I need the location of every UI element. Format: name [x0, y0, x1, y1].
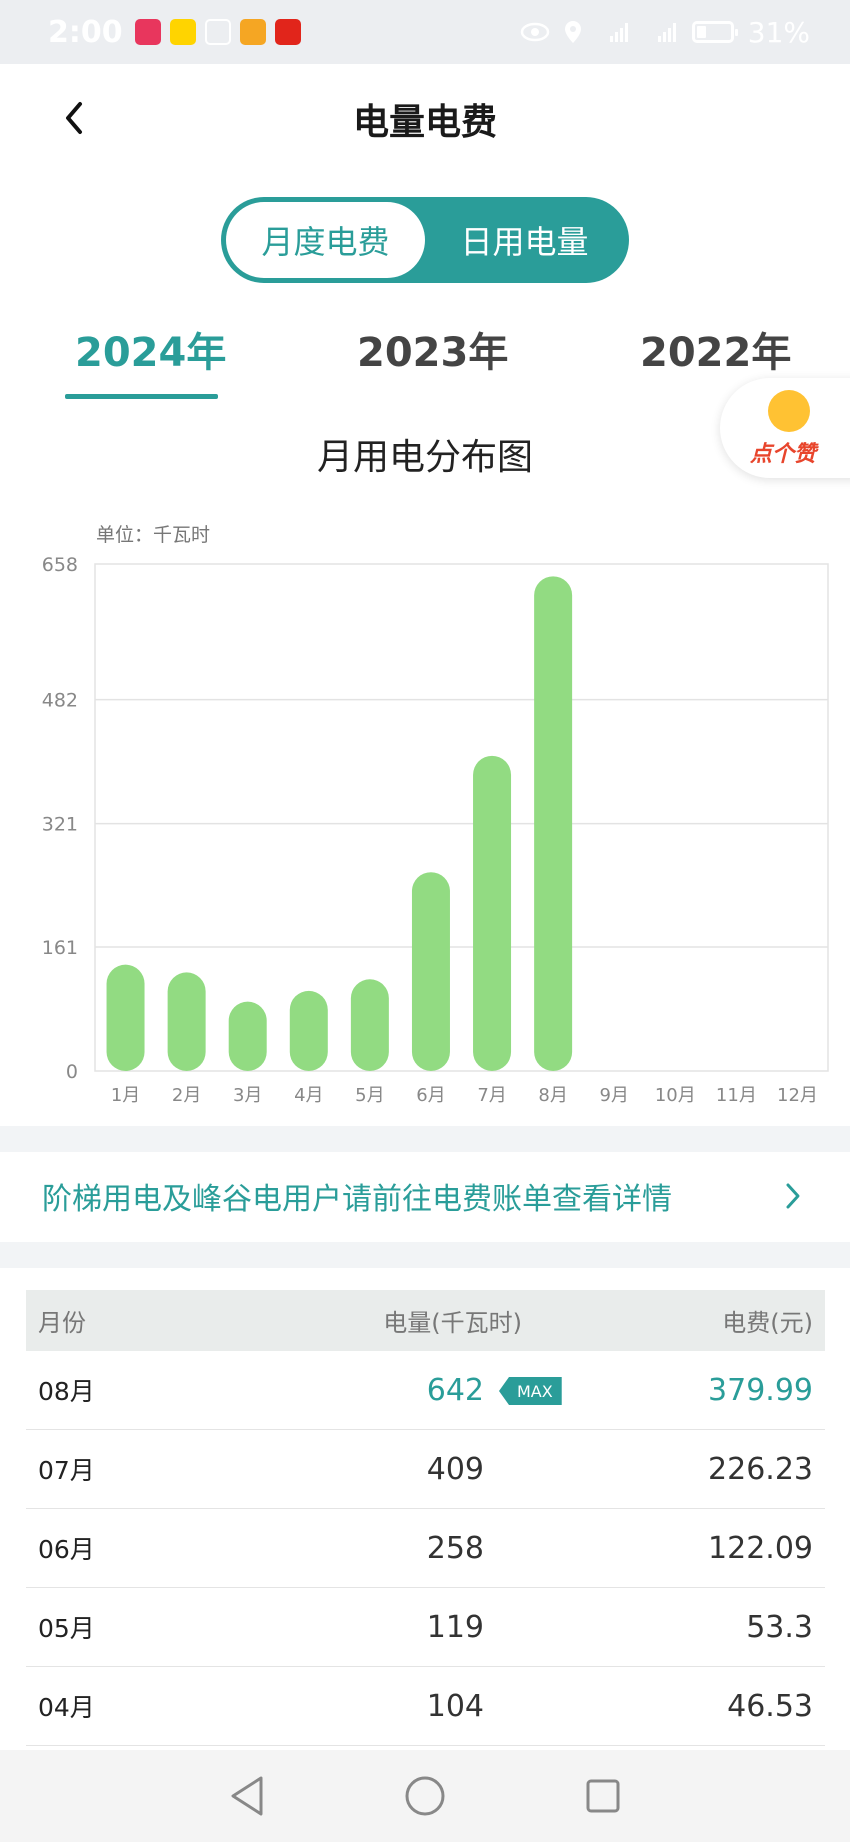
table-row: 04月 104 46.53 — [26, 1667, 825, 1746]
y-tick-label: 482 — [42, 690, 78, 712]
x-tick-label: 8月 — [538, 1085, 567, 1106]
back-button[interactable] — [52, 96, 96, 140]
signal-icon — [657, 23, 676, 42]
y-tick-label: 161 — [42, 937, 78, 959]
section-divider — [0, 1242, 850, 1268]
year-tabs: 2024年 2023年 2022年 — [0, 320, 850, 400]
segment-monthly-fee[interactable]: 月度电费 — [226, 202, 425, 278]
table-row: 07月 409 226.23 — [26, 1430, 825, 1509]
x-tick-label: 9月 — [599, 1085, 628, 1106]
view-segment-control: 月度电费 日用电量 — [221, 197, 629, 283]
battery-percent: 31% — [747, 15, 810, 49]
nav-home-button[interactable] — [401, 1772, 449, 1820]
x-tick-label: 11月 — [716, 1085, 757, 1106]
monthly-usage-chart: 0 161 321 482 658 1月 2月 3月 4月 5月 6月 7月 8月 9月 10月 11月 12月 — [42, 554, 829, 1106]
bar — [106, 964, 145, 1071]
status-bar: 2:00 31% — [0, 0, 850, 64]
x-tick-label: 6月 — [416, 1085, 445, 1106]
chart-title: 月用电分布图 — [316, 437, 533, 478]
cell-kwh: 104 — [426, 1688, 484, 1724]
cell-month: 05月 — [38, 1614, 95, 1643]
section-divider — [0, 1126, 850, 1152]
signal-icon — [609, 23, 628, 42]
smile-emoji-icon — [768, 390, 810, 432]
app-notification-icon — [204, 19, 231, 45]
column-header-kwh: 电量(千瓦时) — [383, 1309, 522, 1337]
active-tab-indicator — [65, 394, 218, 399]
segment-daily-usage[interactable]: 日用电量 — [425, 202, 624, 278]
cell-fee: 226.23 — [708, 1451, 813, 1487]
cell-kwh: 642 — [426, 1372, 484, 1408]
x-tick-label: 1月 — [111, 1085, 140, 1106]
nav-back-button[interactable] — [223, 1772, 271, 1820]
cell-month: 06月 — [38, 1535, 95, 1564]
chevron-right-icon — [778, 1181, 808, 1211]
cell-kwh: 258 — [426, 1530, 484, 1566]
table-row: 05月 119 53.3 — [26, 1588, 825, 1667]
bar — [350, 979, 389, 1071]
x-tick-label: 5月 — [355, 1085, 384, 1106]
tab-year-2023[interactable]: 2023年 — [357, 320, 508, 378]
bar — [534, 576, 573, 1071]
x-tick-label: 10月 — [655, 1085, 696, 1106]
app-notification-icon — [239, 19, 266, 45]
notice-text: 阶梯用电及峰谷电用户请前往电费账单查看详情 — [42, 1182, 672, 1217]
triangle-back-icon — [231, 1776, 263, 1816]
cell-fee: 46.53 — [727, 1688, 813, 1724]
circle-home-icon — [405, 1776, 445, 1816]
table-row: 06月 258 122.09 — [26, 1509, 825, 1588]
x-tick-label: 4月 — [294, 1085, 323, 1106]
tiered-billing-notice[interactable]: 阶梯用电及峰谷电用户请前往电费账单查看详情 — [0, 1152, 850, 1240]
y-tick-label: 0 — [66, 1061, 78, 1083]
bar — [411, 872, 450, 1071]
x-tick-label: 7月 — [477, 1085, 506, 1106]
page-title: 电量电费 — [352, 102, 497, 143]
monthly-fee-table: 月份 电量(千瓦时) 电费(元) 08月 642 379.99 MAX 07月 … — [26, 1290, 825, 1746]
bar — [228, 1001, 267, 1071]
app-notification-icon — [169, 19, 196, 45]
eye-icon — [520, 22, 550, 42]
x-tick-label: 2月 — [172, 1085, 201, 1106]
max-badge: MAX — [499, 1377, 562, 1405]
cell-kwh: 409 — [426, 1451, 484, 1487]
app-header: 电量电费 — [0, 64, 850, 174]
y-tick-label: 321 — [42, 814, 78, 836]
x-tick-label: 3月 — [233, 1085, 262, 1106]
table-row: 08月 642 379.99 MAX — [26, 1351, 825, 1430]
column-header-fee: 电费(元) — [722, 1309, 813, 1337]
system-nav-bar — [0, 1750, 850, 1842]
cell-kwh: 119 — [426, 1609, 484, 1645]
table-header: 月份 电量(千瓦时) 电费(元) — [26, 1290, 825, 1351]
bar — [473, 755, 512, 1071]
column-header-month: 月份 — [38, 1309, 86, 1337]
cell-month: 08月 — [38, 1377, 95, 1406]
app-notification-icon — [134, 19, 161, 45]
x-tick-label: 12月 — [777, 1085, 818, 1106]
bar — [289, 990, 328, 1071]
nav-recents-button[interactable] — [579, 1772, 627, 1820]
bar — [167, 972, 206, 1071]
battery-icon — [691, 21, 738, 43]
tab-year-2022[interactable]: 2022年 — [640, 320, 791, 378]
square-recents-icon — [586, 1779, 620, 1813]
chevron-left-icon — [66, 102, 82, 134]
cell-month: 04月 — [38, 1693, 95, 1722]
status-time: 2:00 — [48, 14, 123, 50]
cell-month: 07月 — [38, 1456, 95, 1485]
tab-year-2024[interactable]: 2024年 — [75, 320, 226, 378]
cell-fee: 122.09 — [708, 1530, 813, 1566]
y-tick-label: 658 — [42, 554, 78, 576]
cell-fee: 53.3 — [746, 1609, 813, 1645]
app-notification-icon — [274, 19, 301, 45]
location-icon — [564, 21, 581, 43]
